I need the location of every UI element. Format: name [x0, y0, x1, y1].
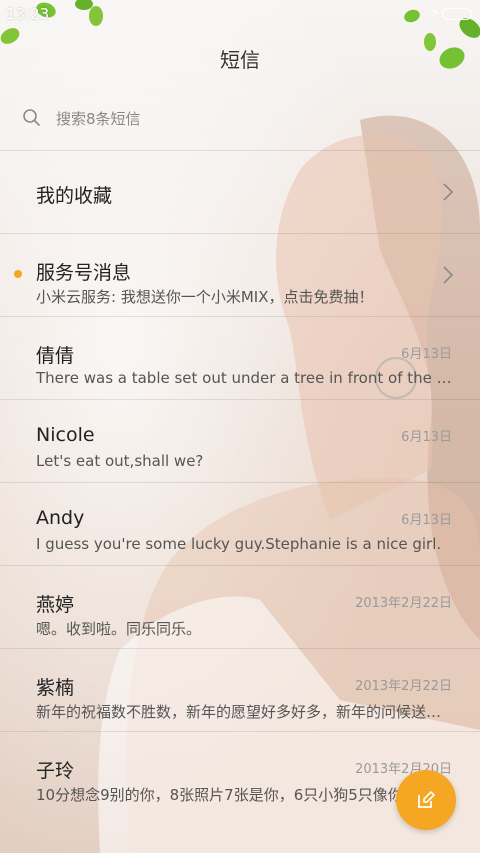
chevron-right-icon — [443, 183, 454, 201]
search-input[interactable] — [56, 106, 436, 132]
conversation-date: 2013年2月22日 — [355, 679, 452, 694]
compose-icon — [418, 791, 435, 808]
conversation-row[interactable]: 我的收藏 — [0, 150, 480, 233]
conversation-date: 2013年2月22日 — [355, 596, 452, 611]
conversation-row[interactable]: 紫楠新年的祝福数不胜数，新年的愿望好多好多，新年的问候送给你 2013年2月22日 — [0, 648, 480, 731]
conversation-row[interactable]: 服务号消息小米云服务: 我想送你一个小米MIX，点击免费抽！ — [0, 233, 480, 316]
search-bar[interactable] — [0, 96, 480, 142]
chevron-right-icon — [443, 266, 454, 284]
conversation-date: 6月13日 — [401, 347, 452, 362]
conversation-preview: 新年的祝福数不胜数，新年的愿望好多好多，新年的问候送给你 — [36, 703, 452, 721]
page-title: 短信 — [220, 48, 260, 72]
conversation-row[interactable]: Nicole Let's eat out,shall we? 6月13日 — [0, 399, 480, 482]
conversation-preview: I guess you're some lucky guy.Stephanie … — [36, 535, 442, 553]
conversation-name: Andy — [36, 507, 85, 529]
conversation-name: 子玲 — [36, 760, 75, 782]
conversation-list: 我的收藏服务号消息小米云服务: 我想送你一个小米MIX，点击免费抽！ 倩倩 Ther… — [0, 150, 480, 814]
unread-dot — [14, 270, 22, 278]
battery-icon — [442, 8, 472, 20]
conversation-preview: There was a table set out under a tree i… — [36, 369, 452, 387]
conversation-name: 倩倩 — [36, 345, 75, 367]
status-time: 13:23 — [6, 5, 50, 23]
search-icon — [23, 109, 40, 126]
charging-icon: ⚡ — [430, 6, 440, 21]
compose-button[interactable] — [396, 770, 456, 830]
sms-app-screen: 13:23 ⚡ 短信 我的收藏服务号消息小米云服务: 我想送你一个小米MIX，点… — [0, 0, 480, 853]
conversation-date: 6月13日 — [401, 430, 452, 445]
conversation-name: 紫楠 — [36, 677, 75, 699]
conversation-name: Nicole — [36, 424, 95, 446]
conversation-row[interactable]: 倩倩 There was a table set out under a tree… — [0, 316, 480, 399]
conversation-name: 燕婷 — [36, 594, 75, 616]
conversation-name: 我的收藏 — [36, 185, 113, 207]
conversation-preview: Let's eat out,shall we? — [36, 452, 204, 470]
conversation-preview: 10分想念9别的你，8张照片7张是你，6只小狗5只像你 — [36, 786, 403, 804]
conversation-row[interactable]: Andy I guess you're some lucky guy.Stepha… — [0, 482, 480, 565]
conversation-row[interactable]: 燕婷嗯。收到啦。同乐同乐。 2013年2月22日 — [0, 565, 480, 648]
conversation-date: 6月13日 — [401, 513, 452, 528]
conversation-name: 服务号消息 — [36, 262, 132, 284]
conversation-preview: 小米云服务: 我想送你一个小米MIX，点击免费抽！ — [36, 288, 374, 306]
status-bar: 13:23 ⚡ — [0, 0, 480, 30]
conversation-preview: 嗯。收到啦。同乐同乐。 — [36, 620, 202, 638]
